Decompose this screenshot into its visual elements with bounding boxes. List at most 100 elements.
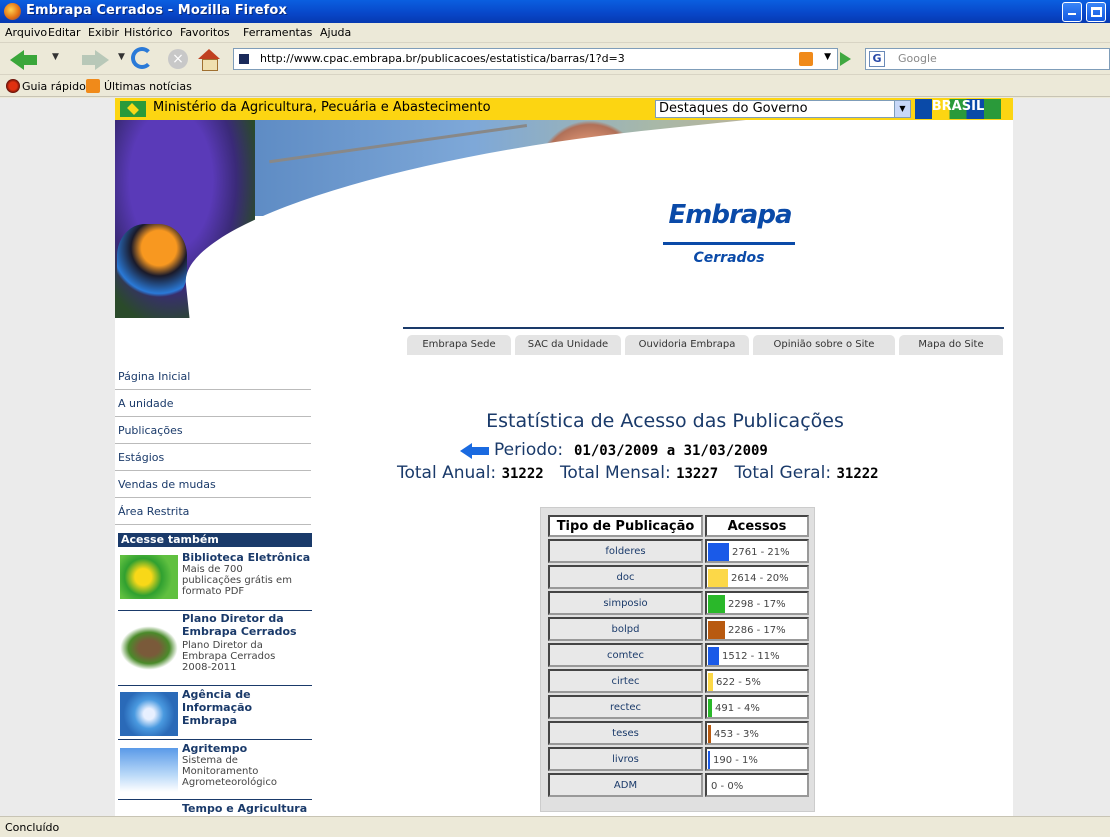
total-geral-value: 31222 — [836, 466, 879, 482]
forward-dropdown-icon[interactable]: ▼ — [118, 52, 125, 76]
tab-embrapa-sede[interactable]: Embrapa Sede — [407, 335, 511, 355]
related-title[interactable]: Tempo e Agricultura — [182, 802, 307, 815]
publication-type-cell[interactable]: simposio — [548, 591, 703, 615]
nav-estagios[interactable]: Estágios — [115, 444, 311, 471]
site-favicon-icon — [239, 54, 249, 64]
browser-viewport: Ministério da Agricultura, Pecuária e Ab… — [0, 98, 1110, 816]
back-arrow-icon[interactable] — [10, 47, 44, 71]
related-title[interactable]: Agritempo — [182, 742, 247, 755]
related-agritempo[interactable]: Agritempo Sistema de Monitoramento Agrom… — [118, 742, 312, 800]
table-row: bolpd 2286 - 17% — [548, 617, 809, 641]
tab-ouvidoria[interactable]: Ouvidoria Embrapa — [625, 335, 749, 355]
agencia-thumbnail[interactable] — [120, 692, 178, 736]
menu-ajuda[interactable]: Ajuda — [320, 26, 351, 39]
publication-type-cell[interactable]: comtec — [548, 643, 703, 667]
bookmark-ultimas-noticias[interactable]: Últimas notícias — [104, 80, 192, 93]
related-tempo-agricultura[interactable]: Tempo e Agricultura — [118, 802, 312, 816]
table-row: simposio 2298 - 17% — [548, 591, 809, 615]
table-row: comtec 1512 - 11% — [548, 643, 809, 667]
menu-ferramentas[interactable]: Ferramentas — [243, 26, 312, 39]
biblioteca-thumbnail[interactable] — [120, 555, 178, 599]
menu-exibir[interactable]: Exibir — [88, 26, 119, 39]
access-count-cell: 2761 - 21% — [705, 539, 809, 563]
access-bar — [708, 699, 712, 717]
maximize-button[interactable] — [1086, 2, 1106, 22]
search-box[interactable]: G Google — [865, 48, 1110, 70]
tab-opiniao-site[interactable]: Opinião sobre o Site — [753, 335, 895, 355]
back-arrow-icon[interactable] — [460, 443, 490, 459]
destaques-dropdown[interactable]: Destaques do Governo ▼ — [655, 100, 911, 118]
access-bar — [708, 673, 713, 691]
go-arrow-icon[interactable] — [840, 52, 851, 66]
publication-type-cell[interactable]: ADM — [548, 773, 703, 797]
tab-mapa-site[interactable]: Mapa do Site — [899, 335, 1003, 355]
top-navigation: Embrapa Sede SAC da Unidade Ouvidoria Em… — [403, 327, 1004, 357]
plano-diretor-thumbnail[interactable] — [120, 626, 178, 670]
related-title[interactable]: Agência de Informação Embrapa — [182, 688, 272, 727]
bookmark-guia-rapido[interactable]: Guia rápido — [22, 80, 86, 93]
firefox-icon — [4, 3, 21, 20]
web-page: Ministério da Agricultura, Pecuária e Ab… — [115, 98, 1013, 816]
access-count-cell: 491 - 4% — [705, 695, 809, 719]
access-bar — [708, 595, 725, 613]
related-desc: Monitoramento — [182, 766, 259, 777]
access-count-cell: 622 - 5% — [705, 669, 809, 693]
publication-type-cell[interactable]: bolpd — [548, 617, 703, 641]
reload-icon[interactable] — [131, 47, 153, 69]
publication-type-cell[interactable]: teses — [548, 721, 703, 745]
publication-type-cell[interactable]: livros — [548, 747, 703, 771]
related-agencia[interactable]: Agência de Informação Embrapa — [118, 688, 312, 740]
publication-type-cell[interactable]: doc — [548, 565, 703, 589]
search-placeholder[interactable]: Google — [898, 52, 937, 65]
agritempo-thumbnail[interactable] — [120, 748, 178, 792]
access-label: 2286 - 17% — [728, 625, 786, 636]
access-count-cell: 0 - 0% — [705, 773, 809, 797]
embrapa-logo[interactable]: Embrapa — [660, 200, 800, 230]
address-bar[interactable]: http://www.cpac.embrapa.br/publicacoes/e… — [233, 48, 838, 70]
related-title[interactable]: Plano Diretor da Embrapa Cerrados — [182, 612, 312, 638]
table-row: folderes 2761 - 21% — [548, 539, 809, 563]
menu-editar[interactable]: Editar — [48, 26, 81, 39]
nav-publicacoes[interactable]: Publicações — [115, 417, 311, 444]
chevron-down-icon[interactable]: ▼ — [894, 101, 910, 117]
ministry-link[interactable]: Ministério da Agricultura, Pecuária e Ab… — [153, 100, 491, 115]
nav-vendas-mudas[interactable]: Vendas de mudas — [115, 471, 311, 498]
nav-area-restrita[interactable]: Área Restrita — [115, 498, 311, 525]
access-label: 622 - 5% — [716, 677, 761, 688]
rss-feed-icon[interactable] — [799, 52, 813, 66]
stop-icon[interactable]: × — [168, 49, 188, 69]
access-count-cell: 453 - 3% — [705, 721, 809, 745]
back-dropdown-icon[interactable]: ▼ — [52, 52, 59, 76]
col-acessos-header: Acessos — [705, 515, 809, 537]
bookmarks-toolbar: Guia rápido Últimas notícias — [0, 76, 1110, 97]
minimize-button[interactable] — [1062, 2, 1082, 22]
access-count-cell: 2298 - 17% — [705, 591, 809, 615]
related-desc: formato PDF — [182, 586, 245, 597]
total-geral-label: Total Geral: — [734, 463, 832, 483]
forward-arrow-icon[interactable] — [82, 47, 112, 71]
publication-type-cell[interactable]: folderes — [548, 539, 703, 563]
address-dropdown-icon[interactable]: ▼ — [824, 52, 831, 62]
table-row: rectec 491 - 4% — [548, 695, 809, 719]
related-title[interactable]: Biblioteca Eletrônica — [182, 551, 310, 564]
address-url[interactable]: http://www.cpac.embrapa.br/publicacoes/e… — [260, 52, 625, 65]
home-icon[interactable] — [198, 49, 220, 73]
related-biblioteca[interactable]: Biblioteca Eletrônica Mais de 700 public… — [118, 551, 312, 611]
menu-favoritos[interactable]: Favoritos — [180, 26, 230, 39]
nav-a-unidade[interactable]: A unidade — [115, 390, 311, 417]
tab-sac-unidade[interactable]: SAC da Unidade — [515, 335, 621, 355]
access-label: 0 - 0% — [711, 781, 744, 792]
access-bar — [708, 725, 711, 743]
publication-type-cell[interactable]: rectec — [548, 695, 703, 719]
related-plano-diretor[interactable]: Plano Diretor da Embrapa Cerrados Plano … — [118, 612, 312, 686]
google-engine-icon[interactable]: G — [869, 51, 885, 67]
menu-historico[interactable]: Histórico — [124, 26, 172, 39]
related-desc: Embrapa Cerrados — [182, 651, 276, 662]
nav-pagina-inicial[interactable]: Página Inicial — [115, 363, 311, 390]
access-label: 491 - 4% — [715, 703, 760, 714]
publication-type-cell[interactable]: cirtec — [548, 669, 703, 693]
logo-divider — [663, 242, 795, 245]
table-header-row: Tipo de Publicação Acessos — [548, 515, 809, 537]
menu-arquivo[interactable]: Arquivo — [5, 26, 47, 39]
brasil-logo[interactable]: BRASIL — [915, 99, 1001, 119]
